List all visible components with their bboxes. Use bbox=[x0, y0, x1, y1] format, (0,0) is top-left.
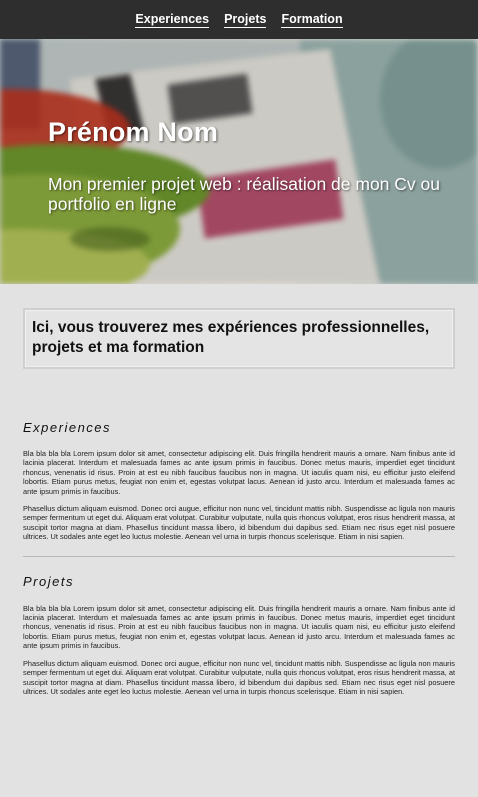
hero-subtitle: Mon premier projet web : réalisation de … bbox=[48, 174, 440, 214]
nav-link-experiences[interactable]: Experiences bbox=[135, 12, 210, 28]
section-title: Experiences bbox=[23, 420, 112, 435]
hero-banner: Prénom Nom Mon premier projet web : réal… bbox=[0, 39, 478, 284]
section-divider bbox=[23, 555, 455, 557]
nav-link-projets[interactable]: Projets bbox=[224, 12, 267, 28]
section-paragraph: Bla bla bla bla Lorem ipsum dolor sit am… bbox=[23, 603, 455, 651]
section-experiences: Experiences Bla bla bla bla Lorem ipsum … bbox=[23, 420, 455, 542]
top-navigation: Experiences Projets Formation bbox=[0, 0, 478, 39]
hero-name: Prénom Nom bbox=[48, 117, 219, 147]
section-paragraph: Bla bla bla bla Lorem ipsum dolor sit am… bbox=[23, 449, 455, 496]
nav-link-formation[interactable]: Formation bbox=[281, 12, 343, 28]
hero-text: Prénom Nom Mon premier projet web : réal… bbox=[48, 117, 448, 214]
section-projets: Projets Bla bla bla bla Lorem ipsum dolo… bbox=[23, 574, 455, 697]
section-paragraph: Phasellus dictum aliquam euismod. Donec … bbox=[23, 658, 455, 696]
intro-text: Ici, vous trouverez mes expériences prof… bbox=[32, 319, 430, 356]
section-title: Projets bbox=[23, 573, 74, 589]
intro-box: Ici, vous trouverez mes expériences prof… bbox=[23, 308, 455, 369]
section-paragraph: Phasellus dictum aliquam euismod. Donec … bbox=[23, 504, 455, 542]
